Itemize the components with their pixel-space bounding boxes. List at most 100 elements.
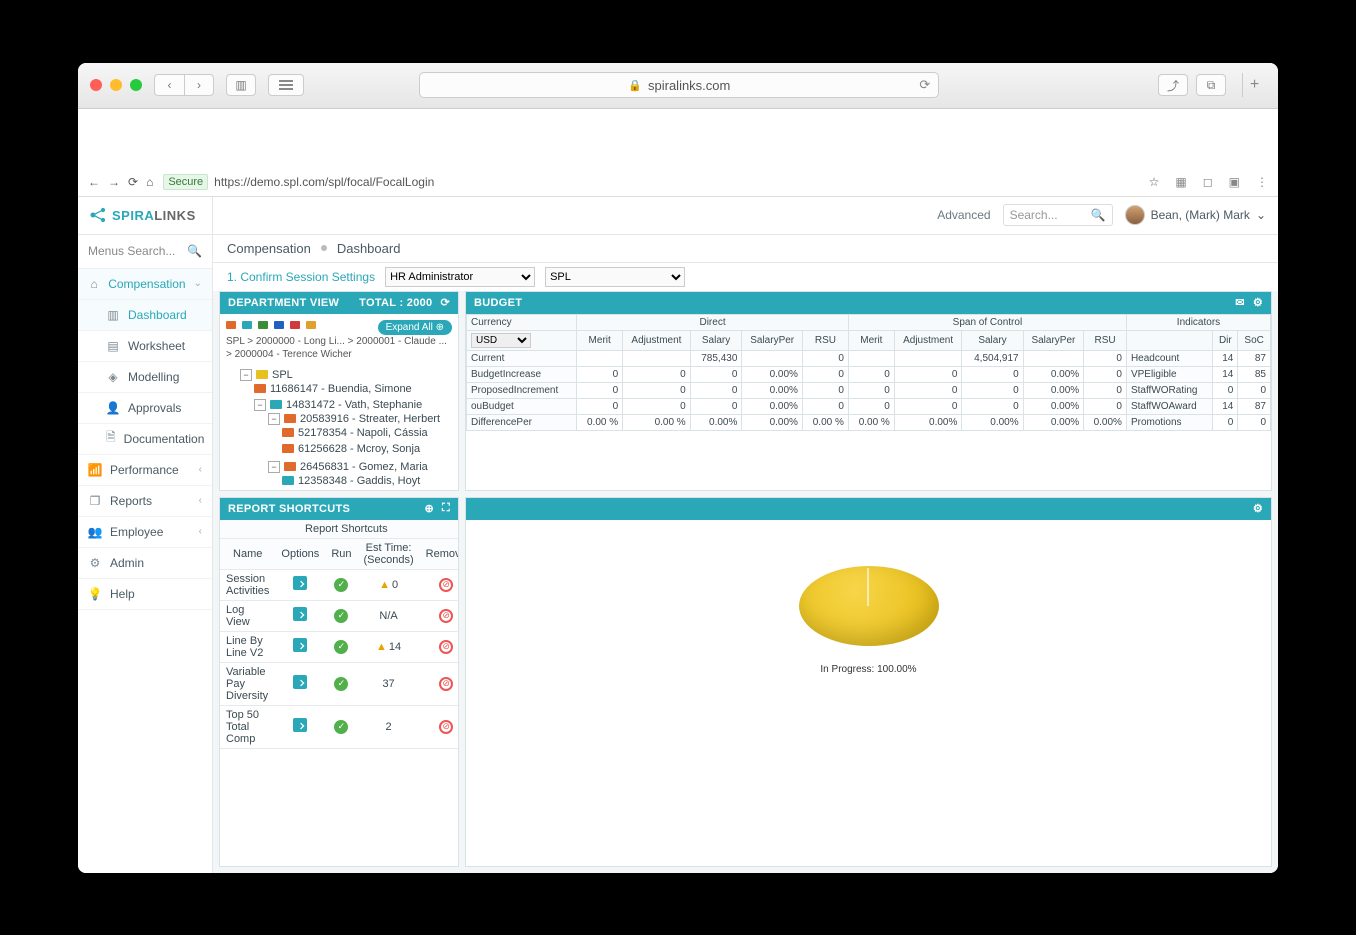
est-time: 37 [358,662,420,705]
zoom-window-button[interactable] [130,79,142,91]
sidebar-item-employee[interactable]: 👥Employee‹ [78,517,212,548]
sidebar-item-worksheet[interactable]: ▤Worksheet [78,331,212,362]
tree-root[interactable]: −SPL11686147 - Buendia, Simone−14831472 … [240,367,452,490]
nav-label: Reports [110,494,152,508]
currency-select[interactable]: USD [471,333,531,348]
inner-back-icon[interactable]: ← [88,175,100,189]
tree-toggle-icon[interactable]: − [268,461,280,473]
shortcut-row: Log View✓N/A⊘ [220,600,458,631]
forward-button[interactable]: › [184,74,214,96]
refresh-icon[interactable]: ⟳ [440,296,450,309]
sheet-icon: ▤ [106,339,120,353]
sidebar-item-dashboard[interactable]: ▥Dashboard [78,300,212,331]
close-window-button[interactable] [90,79,102,91]
inner-home-icon[interactable]: ⌂ [146,175,153,189]
folder-icon [284,462,296,471]
tree-node[interactable]: 61256628 - Mcroy, Sonja [282,441,452,457]
shortcut-name[interactable]: Line By Line V2 [220,631,275,662]
options-button[interactable] [293,638,307,652]
panel-body: In Progress: 100.00% [466,520,1271,866]
expand-icon[interactable]: ⛶ [442,502,450,515]
reload-icon[interactable]: ⟳ [919,77,930,93]
brand-logo[interactable]: SPIRALINKS [78,197,212,235]
tree-node[interactable]: 11686147 - Buendia, Simone [254,381,452,397]
run-button[interactable]: ✓ [334,720,348,734]
minimize-window-button[interactable] [110,79,122,91]
kebab-menu-icon[interactable]: ⋮ [1256,175,1268,189]
main: Advanced Search... 🔍 Bean, (Mark) Mark ⌄… [213,197,1278,873]
shortcut-name[interactable]: Log View [220,600,275,631]
shortcut-row: Session Activities✓▲0⊘ [220,569,458,600]
folder-color-swatch [226,321,236,329]
address-bar[interactable]: 🔒 spiralinks.com ⟳ [419,72,939,98]
shortcut-name[interactable]: Top 50 Total Comp [220,705,275,748]
sidebar-item-documentation[interactable]: 🗎Documentation [78,424,212,455]
remove-button[interactable]: ⊘ [439,720,453,734]
run-button[interactable]: ✓ [334,677,348,691]
tree-toggle-icon[interactable]: − [268,413,280,425]
ext-icon-1[interactable]: ▦ [1175,175,1186,189]
sidebar-item-admin[interactable]: ⚙Admin [78,548,212,579]
tree-node[interactable]: −20583916 - Streater, Herbert52178354 - … [268,411,452,459]
run-button[interactable]: ✓ [334,640,348,654]
folder-icon [284,414,296,423]
sidebar-item-help[interactable]: 💡Help [78,579,212,610]
signal-icon: 📶 [88,463,102,477]
user-name: Bean, (Mark) Mark [1151,208,1250,222]
run-button[interactable]: ✓ [334,578,348,592]
user-menu[interactable]: Bean, (Mark) Mark ⌄ [1125,205,1266,225]
remove-button[interactable]: ⊘ [439,640,453,654]
remove-button[interactable]: ⊘ [439,677,453,691]
options-button[interactable] [293,576,307,590]
remove-button[interactable]: ⊘ [439,609,453,623]
sidebar-item-compensation[interactable]: ⌂ Compensation ⌄ [78,269,212,300]
shortcut-name[interactable]: Session Activities [220,569,275,600]
share-button[interactable]: ⤴ [1158,74,1188,96]
new-tab-button[interactable]: + [1242,73,1266,97]
nav-label: Dashboard [128,308,187,322]
options-button[interactable] [293,675,307,689]
run-button[interactable]: ✓ [334,609,348,623]
tabs-button[interactable]: ⧉ [1196,74,1226,96]
options-button[interactable] [293,607,307,621]
tree-toggle-icon[interactable]: − [254,399,266,411]
ext-icon-2[interactable]: ◻ [1203,175,1213,189]
tree-node[interactable]: 12358348 - Gaddis, Hoyt [282,473,452,489]
shortcut-name[interactable]: Variable Pay Diversity [220,662,275,705]
options-button[interactable] [293,718,307,732]
progress-chart-panel: ⚙ In Progress: 100.00% [465,497,1272,867]
ext-icon-3[interactable]: ▣ [1229,175,1240,189]
sidebar-item-modelling[interactable]: ◈Modelling [78,362,212,393]
global-search-input[interactable]: Search... 🔍 [1003,204,1113,226]
inner-forward-icon[interactable]: → [108,175,120,189]
tree-toggle-icon[interactable]: − [240,369,252,381]
email-icon[interactable]: ✉ [1235,296,1245,309]
sidebar-item-approvals[interactable]: 👤Approvals [78,393,212,424]
back-button[interactable]: ‹ [154,74,184,96]
add-shortcut-icon[interactable]: ⊕ [424,502,434,515]
advanced-link[interactable]: Advanced [937,208,990,222]
tree-node[interactable]: −14831472 - Vath, Stephanie−20583916 - S… [254,397,452,490]
pie-label: In Progress: 100.00% [472,664,1265,675]
inner-reload-icon[interactable]: ⟳ [128,175,138,189]
confirm-session-link[interactable]: 1. Confirm Session Settings [227,270,375,284]
tree-node[interactable]: −26456831 - Gomez, Maria12358348 - Gaddi… [268,459,452,490]
bookmark-star-icon[interactable]: ☆ [1149,175,1160,189]
expand-all-button[interactable]: Expand All ⊕ [378,320,452,335]
org-select[interactable]: SPL [545,267,685,287]
gear-icon[interactable]: ⚙ [1253,502,1263,515]
gear-icon[interactable]: ⚙ [1253,296,1263,309]
sidebar-item-reports[interactable]: ❐Reports‹ [78,486,212,517]
remove-button[interactable]: ⊘ [439,578,453,592]
search-icon: 🔍 [187,244,202,258]
role-select[interactable]: HR Administrator [385,267,535,287]
tree-node[interactable]: 52178354 - Napoli, Cássia [282,425,452,441]
menu-search[interactable]: Menus Search... 🔍 [78,235,212,269]
sidebar-item-performance[interactable]: 📶Performance‹ [78,455,212,486]
panel-body: Report ShortcutsNameOptionsRunEst Time: … [220,520,458,866]
sidebar-button[interactable]: ▥ [226,74,256,96]
nav-label: Documentation [124,432,205,446]
reader-button[interactable] [268,74,304,96]
breadcrumb-root[interactable]: Compensation [227,241,311,256]
sidebar: SPIRALINKS Menus Search... 🔍 ⌂ Compensat… [78,197,213,873]
